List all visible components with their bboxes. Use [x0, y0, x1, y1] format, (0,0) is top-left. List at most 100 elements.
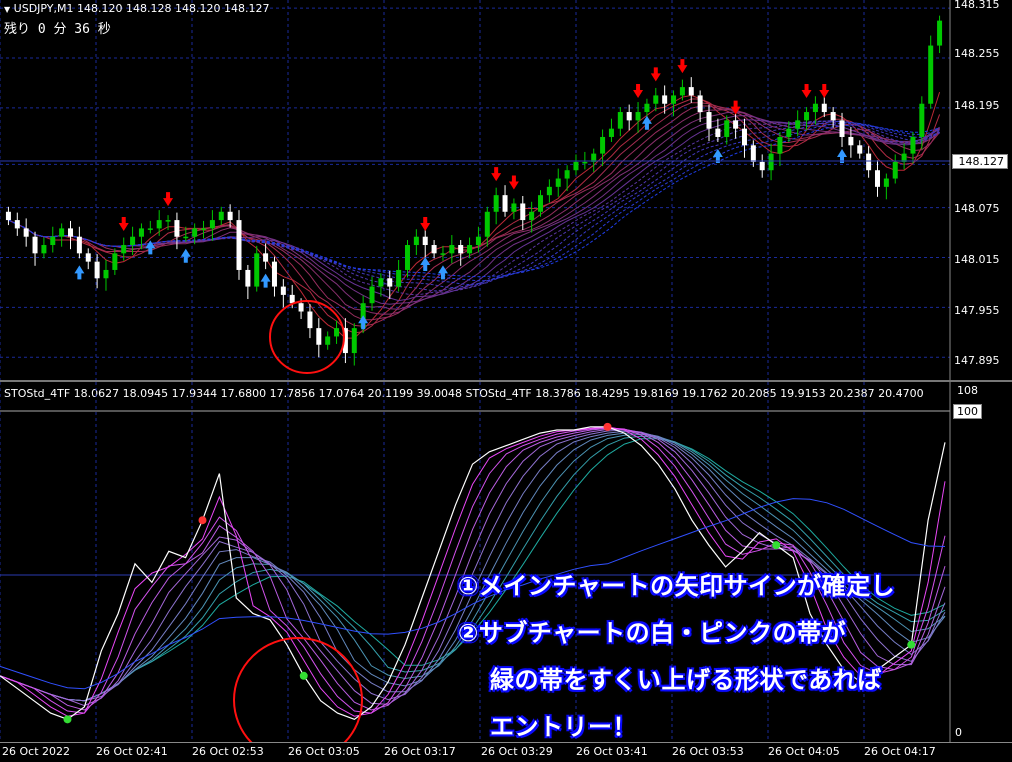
candle-body: [475, 236, 481, 246]
price-tick: 148.195: [954, 99, 1000, 112]
candle-body: [795, 120, 801, 129]
candle-body: [68, 228, 74, 237]
candle-body: [263, 253, 269, 262]
candle-body: [724, 120, 730, 137]
candle-body: [271, 261, 277, 287]
candle-body: [874, 170, 880, 187]
candle-body: [662, 95, 668, 104]
candle-body: [546, 186, 552, 196]
down-arrow-icon: [163, 192, 174, 207]
time-label: 26 Oct 02:41: [96, 745, 168, 758]
candles: [5, 15, 943, 366]
collapse-icon[interactable]: ▼: [4, 5, 10, 14]
candle-body: [733, 120, 739, 129]
candle-body: [76, 236, 82, 254]
time-label: 26 Oct 03:53: [672, 745, 744, 758]
candle-body: [830, 112, 836, 121]
candle-body: [378, 278, 384, 287]
candle-body: [653, 95, 659, 104]
candle-body: [165, 220, 171, 222]
candle-body: [316, 328, 322, 345]
candle-body: [741, 128, 747, 146]
candle-body: [600, 136, 606, 154]
ma-ribbon: [8, 91, 941, 339]
candle-body: [848, 136, 854, 146]
candle-body: [883, 178, 889, 187]
signal-dot: [198, 516, 207, 525]
candle-body: [174, 220, 180, 237]
candle-body: [307, 311, 313, 329]
candle-body: [183, 236, 189, 239]
candle-body: [209, 220, 215, 229]
candle-body: [812, 103, 818, 113]
time-axis-border: [0, 742, 1012, 743]
candle-body: [218, 211, 224, 221]
candle-body: [768, 153, 774, 171]
candle-body: [706, 112, 712, 129]
time-label: 26 Oct 04:17: [864, 745, 936, 758]
candle-body: [759, 161, 765, 171]
price-tick: 148.255: [954, 47, 1000, 60]
candle-body: [23, 228, 29, 237]
down-arrow-icon: [650, 67, 661, 82]
candle-body: [582, 161, 588, 164]
annotation-line-1: ①メインチャートの矢印サインが確定し: [458, 572, 896, 600]
annotation-line-2: ②サブチャートの白・ピンクの帯が: [458, 619, 847, 647]
candle-body: [564, 170, 570, 179]
up-arrow-icon: [145, 240, 156, 255]
candle-body: [467, 245, 473, 254]
candle-body: [431, 245, 437, 254]
candle-body: [928, 45, 934, 104]
candle-body: [919, 103, 925, 137]
candle-body: [103, 269, 109, 279]
candle-body: [511, 203, 517, 212]
candle-body: [112, 253, 118, 270]
candle-body: [245, 269, 251, 287]
candle-body: [334, 328, 340, 337]
candle-body: [298, 303, 304, 312]
candle-body: [5, 211, 11, 221]
candle-body: [227, 211, 233, 221]
countdown-timer: 残り 0 分 36 秒: [4, 22, 111, 37]
candle-body: [866, 153, 872, 171]
candle-body: [520, 203, 526, 221]
price-tick: 147.895: [954, 354, 1000, 367]
candle-body: [236, 220, 242, 270]
candle-body: [138, 228, 144, 237]
up-arrow-icon: [74, 265, 85, 280]
sub-axis-bottom-label: 0: [955, 726, 962, 739]
down-arrow-icon: [633, 84, 644, 99]
candle-body: [130, 236, 136, 246]
candle-body: [387, 278, 393, 287]
candle-body: [201, 228, 207, 230]
candle-body: [502, 195, 508, 212]
signal-dot: [772, 541, 781, 550]
down-arrow-icon: [508, 175, 519, 190]
candle-body: [351, 328, 357, 354]
time-label: 26 Oct 03:05: [288, 745, 360, 758]
candle-body: [857, 145, 863, 154]
candle-body: [422, 236, 428, 246]
time-label: 26 Oct 04:05: [768, 745, 840, 758]
time-label: 26 Oct 2022: [2, 745, 71, 758]
price-tick: 148.015: [954, 253, 1000, 266]
symbol-header: ▼ USDJPY,M1 148.120 148.128 148.120 148.…: [4, 2, 269, 15]
down-arrow-icon: [801, 84, 812, 99]
candle-body: [50, 236, 56, 246]
candle-body: [573, 161, 579, 171]
price-axis: 148.315 148.255 148.195 148.127 148.075 …: [950, 0, 1012, 380]
price-tick: 148.075: [954, 202, 1000, 215]
candle-body: [404, 245, 410, 270]
time-label: 26 Oct 03:17: [384, 745, 456, 758]
candle-body: [254, 253, 260, 287]
down-arrow-icon: [491, 167, 502, 182]
candle-body: [440, 253, 446, 255]
candle-body: [750, 145, 756, 162]
down-arrow-icon: [819, 84, 830, 99]
main-chart[interactable]: [0, 0, 1012, 380]
candle-body: [396, 269, 402, 287]
candle-body: [910, 136, 916, 154]
signal-dot: [907, 640, 916, 649]
annotation-line-3: 緑の帯をすくい上げる形状であれば: [490, 666, 882, 694]
price-tick: 147.955: [954, 304, 1000, 317]
